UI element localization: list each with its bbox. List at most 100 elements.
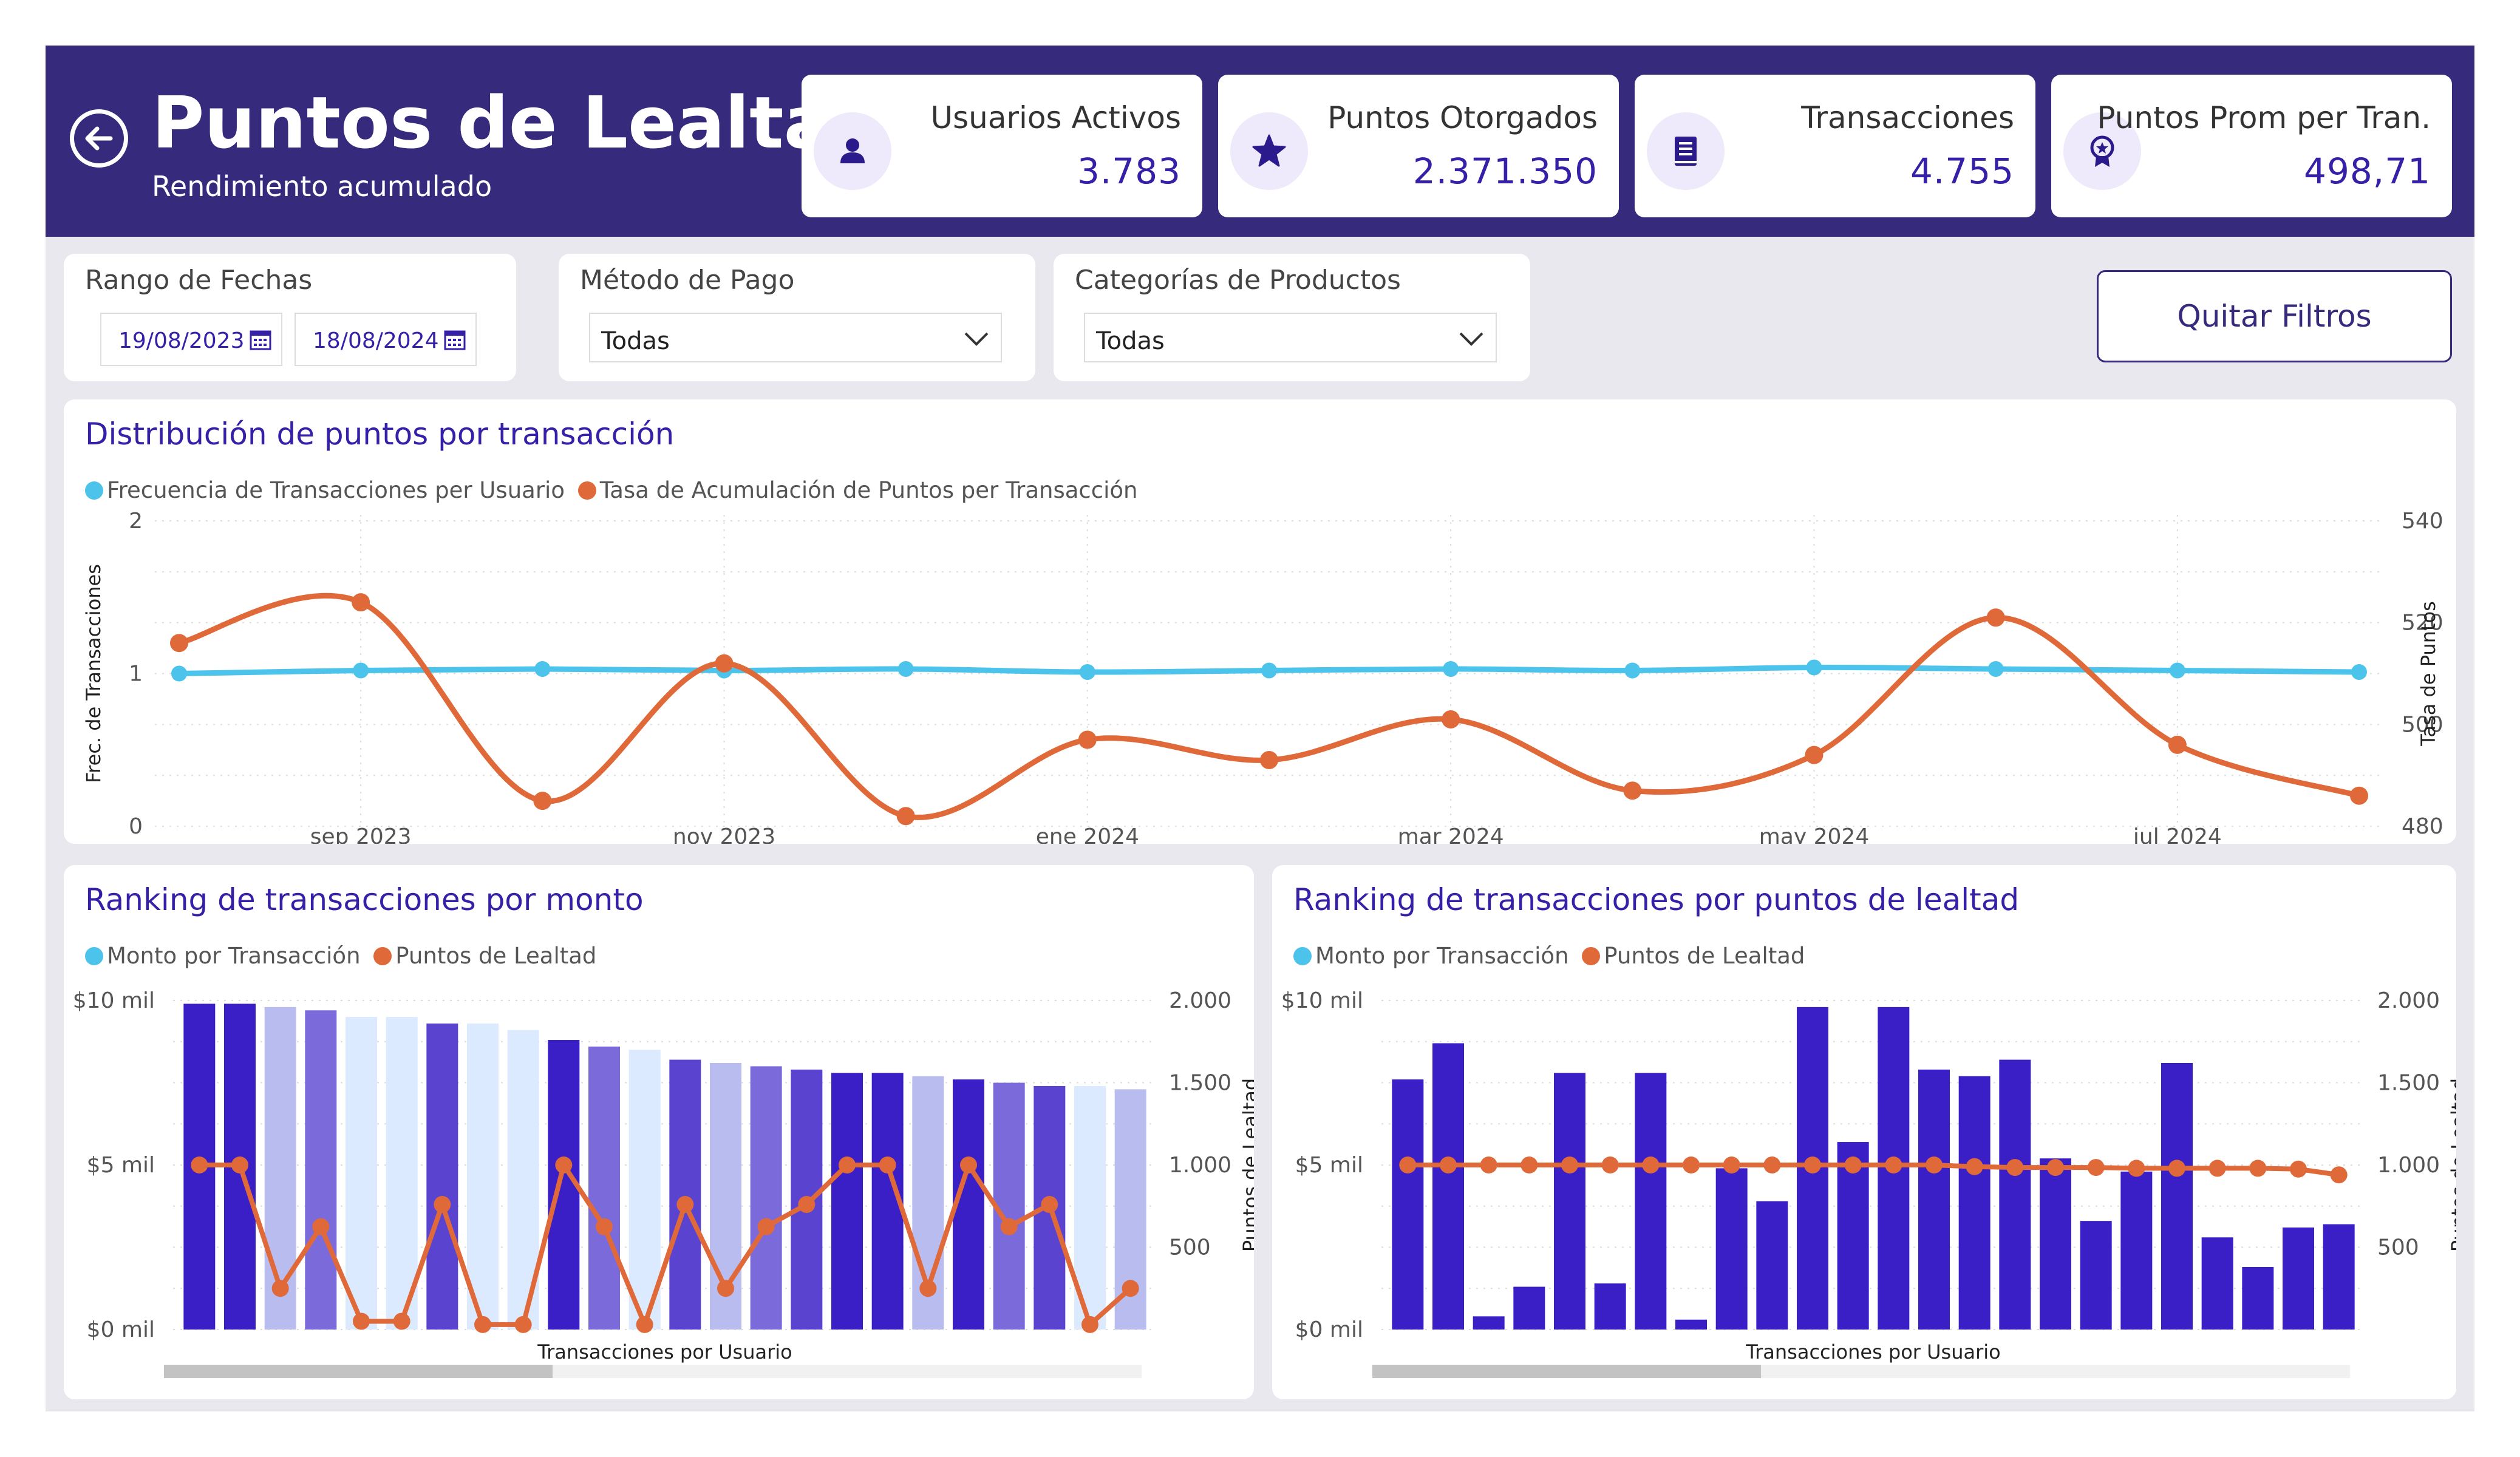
kpi-value: 3.783 — [1077, 151, 1181, 192]
bar — [2283, 1227, 2314, 1330]
series-line-points — [1408, 1163, 2340, 1178]
data-point-points — [474, 1316, 491, 1333]
data-point-frequency — [171, 665, 187, 682]
data-point-points — [919, 1280, 937, 1297]
data-point-points — [1000, 1218, 1018, 1235]
data-point-points — [717, 1280, 734, 1297]
bar — [1432, 1043, 1464, 1330]
bar — [1756, 1201, 1788, 1330]
x-tick-label: ene 2024 — [1036, 824, 1139, 844]
back-button[interactable] — [70, 109, 128, 168]
kpi-value: 4.755 — [1910, 151, 2014, 192]
data-point-points — [2047, 1159, 2064, 1177]
payment-method-value: Todas — [601, 327, 670, 355]
data-point-frequency — [1806, 659, 1822, 676]
bar — [1594, 1283, 1626, 1330]
calendar-icon[interactable] — [248, 327, 273, 352]
y-axis-label-right: Tasa de Puntos — [2417, 601, 2440, 747]
date-range-filter: Rango de Fechas 19/08/2023 18/08/2024 — [64, 254, 516, 381]
series-line-rate — [178, 593, 2360, 820]
data-point-points — [1081, 1316, 1098, 1333]
x-axis-label: Transacciones por Usuario — [1745, 1340, 2000, 1364]
categories-select[interactable]: Todas — [1084, 313, 1497, 362]
bar — [1958, 1076, 1990, 1330]
filter-label: Método de Pago — [580, 265, 795, 296]
scrollbar-thumb[interactable] — [1372, 1365, 1761, 1378]
y-tick-label: $0 mil — [1295, 1317, 1363, 1342]
kpi-card-transactions: Transacciones 4.755 — [1635, 75, 2035, 217]
y-tick-label-right: 2.000 — [1169, 988, 1231, 1013]
y-tick-label-right: 1.000 — [1169, 1153, 1231, 1178]
y-tick-label: $10 mil — [73, 988, 155, 1013]
x-tick-label: may 2024 — [1759, 824, 1870, 844]
receipt-icon — [1647, 112, 1725, 190]
data-point-points — [1763, 1156, 1781, 1173]
arrow-left-icon — [85, 126, 113, 151]
bar — [669, 1059, 701, 1330]
kpi-value: 498,71 — [2304, 151, 2431, 192]
kpi-value: 2.371.350 — [1412, 151, 1598, 192]
kpi-card-points-awarded: Puntos Otorgados 2.371.350 — [1218, 75, 1619, 217]
kpi-label: Usuarios Activos — [930, 100, 1182, 135]
chevron-down-icon — [1459, 332, 1483, 346]
data-point-rate — [1260, 751, 1278, 770]
data-point-rate — [715, 654, 734, 673]
data-point-frequency — [897, 661, 914, 677]
y-tick-label: $5 mil — [1295, 1153, 1363, 1178]
data-point-points — [676, 1196, 694, 1214]
data-point-points — [798, 1196, 816, 1214]
kpi-card-active-users: Usuarios Activos 3.783 — [802, 75, 1202, 217]
data-point-points — [960, 1156, 977, 1173]
data-point-points — [1122, 1280, 1139, 1297]
bar — [346, 1017, 377, 1330]
y-tick-label-right: 1.500 — [1169, 1071, 1231, 1096]
kpi-label: Transacciones — [1801, 100, 2014, 135]
data-point-points — [191, 1156, 208, 1173]
y-tick-label: $10 mil — [1281, 988, 1363, 1013]
y-tick-label: $0 mil — [87, 1317, 155, 1342]
data-point-rate — [1986, 608, 2005, 627]
bar — [2120, 1171, 2153, 1330]
y-tick-label-right: 540 — [2402, 509, 2443, 534]
bar — [1675, 1319, 1707, 1330]
end-date-input[interactable]: 18/08/2024 — [295, 313, 477, 366]
ranking-by-points-panel: Ranking de transacciones por puntos de l… — [1272, 865, 2456, 1399]
x-tick-label: jul 2024 — [2133, 824, 2222, 844]
scrollbar-thumb[interactable] — [164, 1365, 553, 1378]
bar — [1999, 1059, 2031, 1330]
bar — [831, 1073, 863, 1330]
calendar-icon[interactable] — [443, 327, 467, 352]
data-point-points — [1723, 1156, 1740, 1173]
page-subtitle: Rendimiento acumulado — [152, 170, 492, 203]
filter-label: Rango de Fechas — [85, 265, 313, 296]
bar — [2201, 1237, 2233, 1330]
data-point-frequency — [2169, 662, 2185, 679]
clear-filters-button[interactable]: Quitar Filtros — [2097, 270, 2452, 362]
header-bar: Puntos de Lealtad Rendimiento acumulado … — [46, 46, 2474, 237]
y-tick-label-right: 1.000 — [2377, 1153, 2440, 1178]
y-tick-label: 0 — [129, 814, 143, 839]
data-point-frequency — [1624, 662, 1641, 679]
y-tick-label: 2 — [129, 509, 143, 534]
y-tick-label-right: 500 — [1169, 1235, 1211, 1260]
start-date-value: 19/08/2023 — [118, 328, 245, 353]
bar — [2080, 1221, 2112, 1330]
star-icon — [1230, 112, 1308, 190]
user-icon — [814, 112, 891, 190]
categories-value: Todas — [1096, 327, 1165, 355]
bar — [2040, 1158, 2071, 1330]
data-point-points — [1561, 1156, 1578, 1173]
start-date-input[interactable]: 19/08/2023 — [100, 313, 282, 366]
data-point-rate — [1623, 781, 1642, 800]
x-tick-label: mar 2024 — [1398, 824, 1504, 844]
payment-method-select[interactable]: Todas — [589, 313, 1002, 362]
data-point-rate — [2350, 786, 2368, 805]
x-axis-label: Transacciones por Usuario — [537, 1340, 792, 1364]
data-point-points — [2006, 1159, 2024, 1177]
bar-chart-amount: $0 mil $5 mil $10 mil 500 1.000 1.500 2.000 Pun… — [73, 988, 1254, 1378]
data-point-points — [1521, 1156, 1538, 1173]
y-tick-label: 1 — [129, 662, 143, 687]
bar — [1513, 1286, 1545, 1330]
bar — [2242, 1267, 2274, 1330]
bar — [1715, 1168, 1748, 1330]
